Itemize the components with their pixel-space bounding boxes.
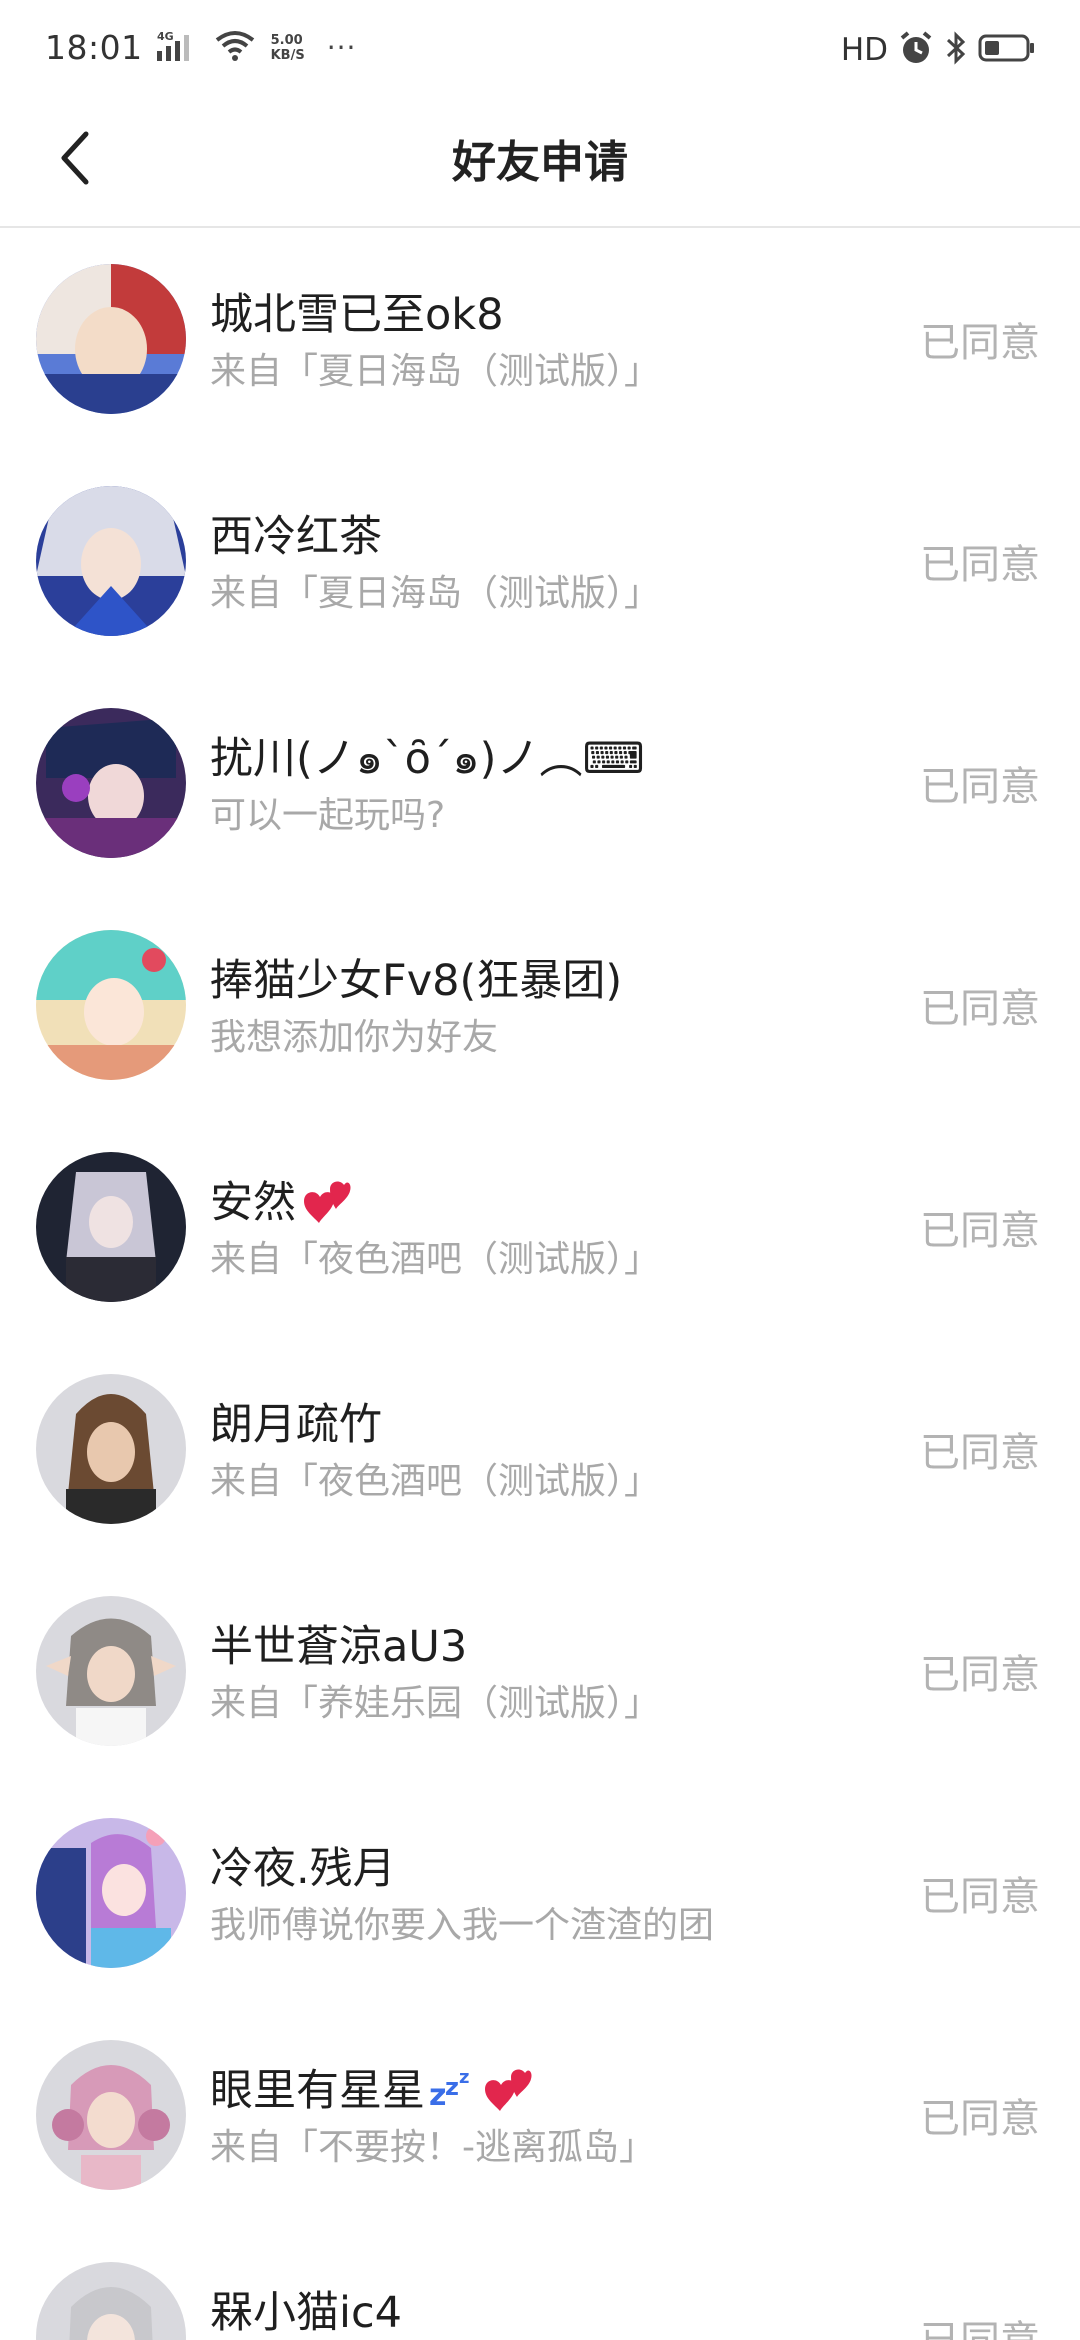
list-item[interactable]: 西冷红茶 来自「夏日海岛（测试版）」 已同意 [0, 450, 1080, 672]
requester-name: 扰川(ノ๑`ȏ´๑)ノ︵⌨ [210, 734, 645, 784]
request-source: 我想添加你为好友 [210, 1017, 499, 1058]
request-source: 来自「夜色酒吧（测试版）」 [210, 1461, 661, 1502]
avatar[interactable] [36, 264, 186, 414]
avatar[interactable] [36, 930, 186, 1080]
request-source: 我师傅说你要入我一个渣渣的团 [210, 1905, 715, 1946]
requester-name: 冷夜.残月 [210, 1844, 396, 1894]
svg-text:z: z [445, 2073, 459, 2101]
cellular-signal-icon: 4G [156, 29, 201, 67]
zzz-icon: zzz [429, 2065, 477, 2122]
network-type-label: 4G [157, 30, 174, 43]
list-item[interactable]: 扰川(ノ๑`ȏ´๑)ノ︵⌨ 可以一起玩吗? 已同意 [0, 672, 1080, 894]
list-item[interactable]: 槑小猫ic4 已同意 [0, 2226, 1080, 2340]
status-time: 18:01 [45, 28, 143, 67]
avatar[interactable] [36, 1152, 186, 1302]
list-item[interactable]: 捧猫少女Fv8(狂暴团) 我想添加你为好友 已同意 [0, 894, 1080, 1116]
more-notifications-icon: ··· [326, 31, 357, 64]
svg-text:z: z [429, 2078, 446, 2111]
avatar[interactable] [36, 1818, 186, 1968]
status-bar: 18:01 4G 5.00 KB/S ··· HD [0, 0, 1080, 100]
requester-name: 安然 [210, 1168, 352, 1234]
requester-name: 城北雪已至ok8 [210, 290, 504, 340]
battery-icon [978, 32, 1036, 68]
bluetooth-icon [944, 30, 968, 70]
avatar[interactable] [36, 2040, 186, 2190]
request-source: 来自「夏日海岛（测试版）」 [210, 573, 661, 614]
request-source: 来自「不要按！-逃离孤岛」 [210, 2127, 655, 2168]
requester-name: 朗月疏竹 [210, 1400, 382, 1450]
requester-name-text: 眼里有星星 [210, 2066, 425, 2116]
requester-name: 眼里有星星 z z z [210, 2056, 533, 2122]
two-hearts-icon [300, 1177, 352, 1234]
hd-label: HD [840, 32, 888, 68]
page-title: 好友申请 [452, 137, 628, 188]
svg-text:z: z [459, 2067, 469, 2088]
network-speed-unit: KB/S [270, 47, 305, 63]
request-status: 已同意 [920, 2308, 1040, 2340]
wifi-icon [215, 30, 255, 66]
request-source: 可以一起玩吗? [210, 795, 446, 836]
avatar[interactable] [36, 708, 186, 858]
requester-name-text: 安然 [210, 1178, 296, 1228]
avatar[interactable] [36, 2262, 186, 2340]
request-source: 来自「养娃乐园（测试版）」 [210, 1683, 661, 1724]
network-speed-value: 5.00 [270, 32, 303, 48]
request-status: 已同意 [920, 542, 1040, 588]
friend-request-list[interactable]: 城北雪已至ok8 来自「夏日海岛（测试版）」 已同意 西冷红茶 来自「夏日海岛（… [0, 228, 1080, 2340]
request-status: 已同意 [920, 2096, 1040, 2142]
request-status: 已同意 [920, 320, 1040, 366]
request-status: 已同意 [920, 1208, 1040, 1254]
request-status: 已同意 [920, 1430, 1040, 1476]
list-item[interactable]: 城北雪已至ok8 来自「夏日海岛（测试版）」 已同意 [0, 228, 1080, 450]
two-hearts-icon [481, 2065, 533, 2122]
request-status: 已同意 [920, 764, 1040, 810]
requester-name: 槑小猫ic4 [210, 2288, 402, 2338]
requester-name: 西冷红茶 [210, 512, 382, 562]
network-speed: 5.00 KB/S [271, 33, 305, 63]
request-source: 来自「夜色酒吧（测试版）」 [210, 1239, 661, 1280]
app-header: 好友申请 [0, 100, 1080, 228]
alarm-icon [898, 30, 934, 70]
list-item[interactable]: 朗月疏竹 来自「夜色酒吧（测试版）」 已同意 [0, 1338, 1080, 1560]
list-item[interactable]: 冷夜.残月 我师傅说你要入我一个渣渣的团 已同意 [0, 1782, 1080, 2004]
requester-name: 半世蒼涼aU3 [210, 1622, 468, 1672]
request-source: 来自「夏日海岛（测试版）」 [210, 351, 661, 392]
request-status: 已同意 [920, 1652, 1040, 1698]
status-bar-left: 18:01 4G 5.00 KB/S ··· [45, 28, 356, 67]
list-item[interactable]: 眼里有星星 z z z 来自「不要按！-逃离孤岛」 已同意 [0, 2004, 1080, 2226]
avatar[interactable] [36, 1374, 186, 1524]
avatar[interactable] [36, 1596, 186, 1746]
request-status: 已同意 [920, 1874, 1040, 1920]
avatar[interactable] [36, 486, 186, 636]
list-item[interactable]: 半世蒼涼aU3 来自「养娃乐园（测试版）」 已同意 [0, 1560, 1080, 1782]
requester-name: 捧猫少女Fv8(狂暴团) [210, 956, 623, 1006]
list-item[interactable]: 安然 来自「夜色酒吧（测试版）」 已同意 [0, 1116, 1080, 1338]
status-bar-right: HD [841, 30, 1036, 70]
request-status: 已同意 [920, 986, 1040, 1032]
